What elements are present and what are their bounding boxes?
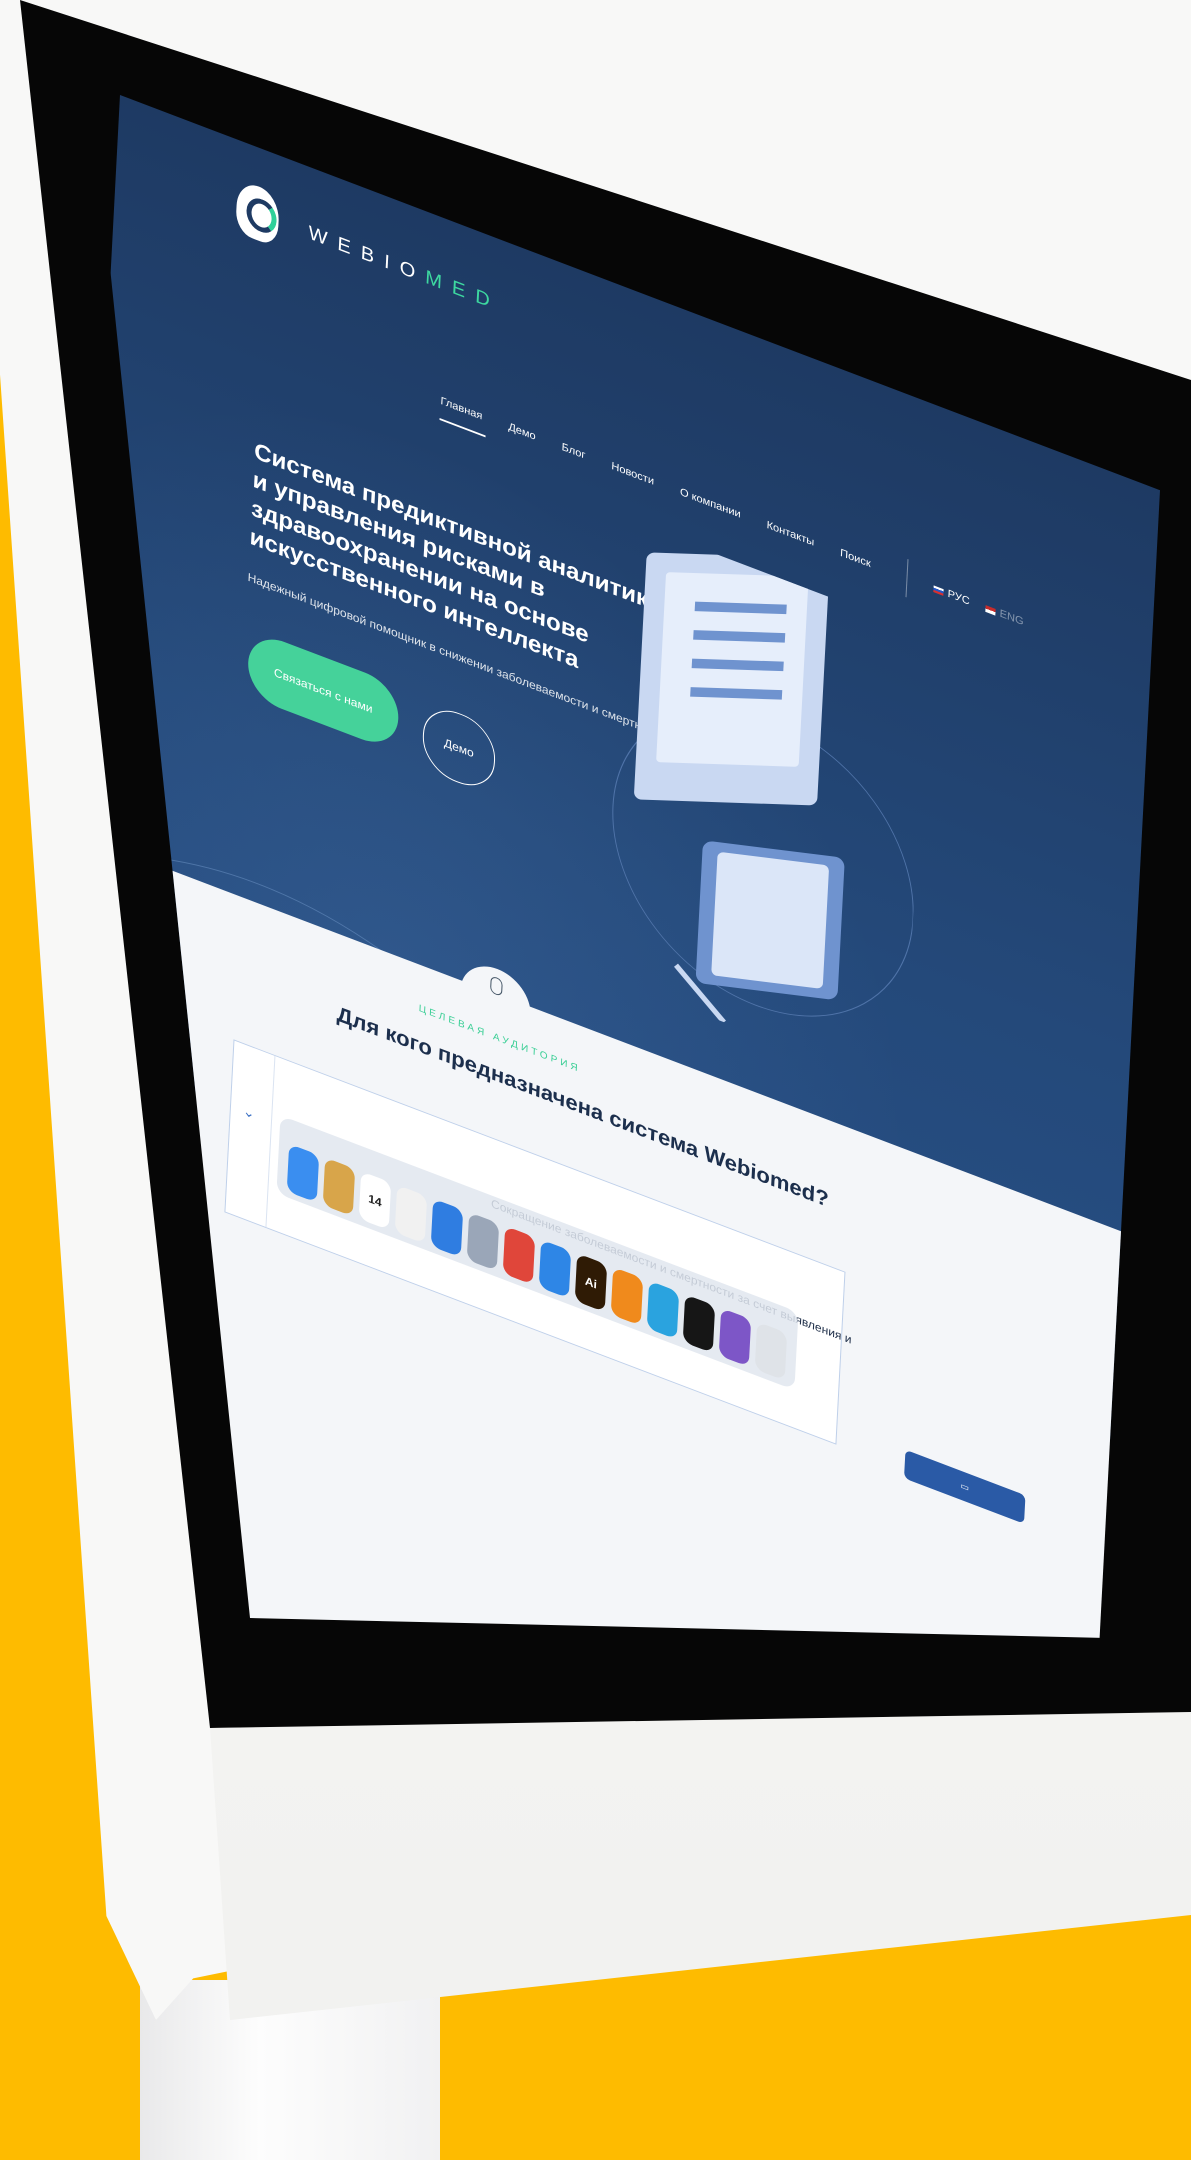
safari-icon[interactable] [538,1239,572,1299]
chat-button[interactable]: ▭ [904,1449,1026,1524]
chrome-icon[interactable] [502,1225,536,1285]
nav-item-search[interactable]: Поиск [840,547,871,570]
finder-icon[interactable] [286,1143,320,1203]
nav-item-home[interactable]: Главная [440,395,482,422]
screenshot-icon[interactable] [394,1184,428,1244]
calendar-icon[interactable]: 14 [358,1171,392,1231]
language-switcher: РУС ENG [933,583,1024,629]
lang-en-label: ENG [999,607,1024,629]
illustrator-icon[interactable]: Ai [574,1253,608,1313]
nav-item-contacts[interactable]: Контакты [766,519,814,548]
mouse-scroll-icon [489,975,503,997]
chevron-down-icon[interactable]: ⌄ [243,1102,256,1123]
russia-flag-icon [933,585,944,596]
launchpad-icon[interactable] [466,1212,500,1272]
viber-icon[interactable] [718,1307,752,1367]
nav-item-demo[interactable]: Демо [508,421,536,443]
nav-divider [905,559,909,598]
demo-button[interactable]: Демо [421,700,497,796]
nav-item-news[interactable]: Новости [611,460,654,488]
logo-text-main: WEBIO [308,221,426,287]
maps-icon[interactable] [430,1198,464,1258]
monitor: WEBIOMED Главная Демо Блог Новости О ком… [0,0,1191,2160]
logo[interactable]: WEBIOMED [235,178,501,332]
logo-text: WEBIOMED [308,222,500,316]
chat-icon: ▭ [960,1479,970,1493]
trash-icon[interactable] [754,1321,788,1381]
nav-item-blog[interactable]: Блог [561,441,585,461]
notes-icon[interactable] [322,1157,356,1217]
uk-flag-icon [985,604,996,616]
card-divider [265,1055,276,1228]
books-icon[interactable] [610,1266,644,1326]
telegram-icon[interactable] [646,1280,680,1340]
lang-ru-label: РУС [947,587,971,608]
logo-mark-icon [235,178,280,248]
acrobat-icon[interactable] [682,1294,716,1354]
lang-ru[interactable]: РУС [933,583,970,608]
nav-item-about[interactable]: О компании [680,486,741,520]
logo-text-accent: MED [424,265,501,316]
lang-en[interactable]: ENG [985,602,1024,629]
